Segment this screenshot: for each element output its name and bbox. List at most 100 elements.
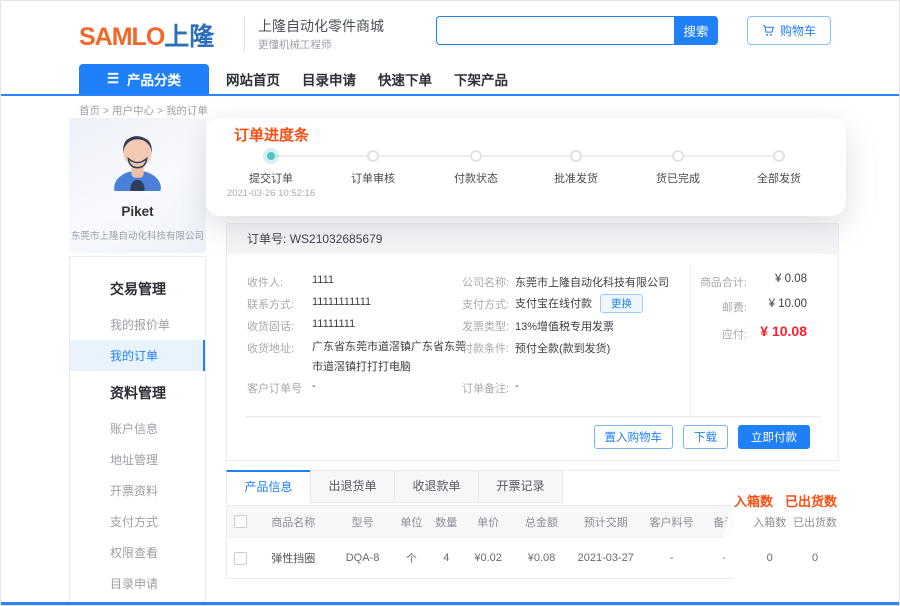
logo-cn: 上隆 — [164, 23, 214, 51]
field-label-order-remark: 订单备注: — [462, 380, 509, 396]
sidebar-item-permission[interactable]: 权限查看 — [70, 537, 205, 568]
col-qty: 数量 — [429, 514, 463, 530]
field-value-pay-terms: 预付全款(款到发货) — [515, 340, 610, 356]
col-model: 型号 — [332, 514, 394, 530]
field-label-customer-po: 客户订单号 — [247, 380, 302, 396]
cell-qty: 4 — [429, 552, 463, 564]
pay-method-text: 支付宝在线付款 — [515, 298, 592, 310]
cell-total: ¥0.08 — [513, 552, 570, 564]
summary-value-subtotal: ¥ 0.08 — [687, 273, 807, 285]
cell-unit: 个 — [393, 550, 429, 566]
cell-remark: - — [701, 552, 747, 564]
add-to-cart-button[interactable]: 置入购物车 — [594, 425, 674, 449]
step-date: 2021-03-26 10:52:16 — [201, 188, 341, 199]
change-payment-button[interactable]: 更换 — [600, 294, 643, 313]
cart-label: 购物车 — [780, 22, 816, 39]
footer-top-strip — [1, 602, 900, 606]
cell-unit-price: ¥0.02 — [463, 552, 513, 564]
actions-divider — [247, 416, 820, 417]
select-all-cell — [227, 515, 255, 528]
main-nav: 网站首页 目录申请 快速下单 下架产品 — [226, 64, 508, 94]
tab-shipping-returns[interactable]: 出退货单 — [310, 470, 395, 503]
cart-icon — [762, 24, 775, 37]
cell-model: DQA-8 — [332, 552, 394, 564]
order-number: WS21032685679 — [290, 232, 383, 246]
order-progress-card: 订单进度条 提交订单 2021-03-26 10:52:16 订单审核 付款状态… — [206, 118, 846, 216]
order-actions: 置入购物车 下载 立即付款 — [594, 425, 811, 449]
order-number-bar: 订单号: WS21032685679 — [227, 224, 838, 254]
cart-button[interactable]: 购物车 — [747, 16, 831, 45]
step-label: 全部发货 — [719, 170, 839, 186]
sidebar-item-address[interactable]: 地址管理 — [70, 444, 205, 475]
tab-product-info[interactable]: 产品信息 — [226, 470, 311, 503]
col-shipped-qty: 已出货数 — [792, 514, 838, 530]
nav-underline — [1, 94, 900, 96]
sidebar-item-my-quotes[interactable]: 我的报价单 — [70, 309, 205, 340]
row-checkbox[interactable] — [234, 552, 247, 565]
sidebar-item-my-orders[interactable]: 我的订单 — [70, 340, 205, 371]
tab-invoice-records[interactable]: 开票记录 — [478, 470, 563, 503]
progress-dot — [367, 150, 379, 162]
field-label-contact: 联系方式: — [247, 296, 294, 312]
nav-item-quick-order[interactable]: 快速下单 — [378, 69, 432, 89]
summary-value-payable: ¥ 10.08 — [687, 323, 807, 339]
summary-value-shipping: ¥ 10.00 — [687, 298, 807, 310]
breadcrumb[interactable]: 首页 > 用户中心 > 我的订单 — [79, 103, 208, 118]
progress-dot — [672, 150, 684, 162]
col-remark: 备注 — [701, 514, 747, 530]
step-label: 订单审核 — [313, 170, 433, 186]
field-label-company: 公司名称: — [462, 274, 509, 290]
annotation-boxed-qty: 入箱数 — [734, 491, 773, 510]
search-button[interactable]: 搜索 — [674, 16, 718, 45]
columns-annotation: 入箱数 已出货数 — [734, 491, 837, 510]
sidebar-item-catalog-apply[interactable]: 目录申请 — [70, 568, 205, 599]
search-box: 搜索 — [436, 16, 718, 45]
col-customer-part: 客户料号 — [642, 514, 702, 530]
col-boxed-qty: 入箱数 — [747, 514, 792, 530]
profile-card: Piket 东莞市上隆自动化科技有限公司 — [69, 118, 206, 253]
nav-item-catalog[interactable]: 目录申请 — [302, 69, 356, 89]
progress-dot — [470, 150, 482, 162]
field-value-pay-method: 支付宝在线付款更换 — [515, 294, 643, 313]
progress-track — [271, 155, 779, 157]
sidebar-item-payment[interactable]: 支付方式 — [70, 506, 205, 537]
profile-name: Piket — [69, 204, 206, 219]
order-detail-card: 订单号: WS21032685679 收件人: 1111 联系方式: 11111… — [226, 223, 839, 461]
cell-product-name[interactable]: 弹性挡圈 — [255, 550, 332, 566]
field-value-order-remark: - — [515, 380, 519, 392]
nav-item-home[interactable]: 网站首页 — [226, 69, 280, 89]
progress-annotation-label: 订单进度条 — [234, 124, 309, 145]
site-logo[interactable]: SAMLO上隆 — [79, 17, 214, 53]
col-unit-price: 单价 — [463, 514, 513, 530]
sidebar-item-account-info[interactable]: 账户信息 — [70, 413, 205, 444]
pay-now-button[interactable]: 立即付款 — [738, 425, 810, 449]
product-category-button[interactable]: ☰ 产品分类 — [79, 64, 209, 94]
logo-en: SAMLO — [79, 23, 164, 51]
profile-company: 东莞市上隆自动化科技有限公司 — [69, 228, 206, 242]
sidebar-item-invoice-info[interactable]: 开票资料 — [70, 475, 205, 506]
progress-dot-active — [267, 152, 275, 160]
nav-item-offline-products[interactable]: 下架产品 — [454, 69, 508, 89]
page: SAMLO上隆 上隆自动化零件商城 更懂机械工程师 搜索 购物车 ☰ 产品分类 … — [0, 0, 900, 606]
field-label-phone: 收货固话: — [247, 318, 294, 334]
field-label-pay-terms: 付款条件: — [462, 340, 509, 356]
field-label-invoice-type: 发票类型: — [462, 318, 509, 334]
col-unit: 单位 — [393, 514, 429, 530]
cell-delivery-date: 2021-03-27 — [570, 552, 642, 564]
col-delivery-date: 预计交期 — [570, 514, 642, 530]
select-all-checkbox[interactable] — [234, 515, 247, 528]
field-value-address: 广东省东莞市道滘镇广东省东莞市道滘镇打打打电脑 — [312, 337, 475, 377]
field-value-company: 东莞市上隆自动化科技有限公司 — [515, 274, 669, 290]
table-header-row: 商品名称 型号 单位 数量 单价 总金额 预计交期 客户料号 备注 入箱数 已出… — [227, 506, 838, 537]
sidebar-heading-trade: 交易管理 — [70, 267, 205, 309]
row-select-cell — [227, 552, 255, 565]
order-number-label: 订单号: — [247, 232, 286, 246]
field-label-address: 收货地址: — [247, 340, 294, 356]
tab-payments-refunds[interactable]: 收退款单 — [394, 470, 479, 503]
hamburger-icon: ☰ — [107, 71, 119, 87]
field-value-invoice-type: 13%增值税专用发票 — [515, 318, 614, 334]
cell-shipped-qty: 0 — [792, 552, 838, 564]
download-button[interactable]: 下载 — [683, 425, 728, 449]
search-input[interactable] — [436, 16, 674, 45]
header-divider — [244, 17, 245, 51]
